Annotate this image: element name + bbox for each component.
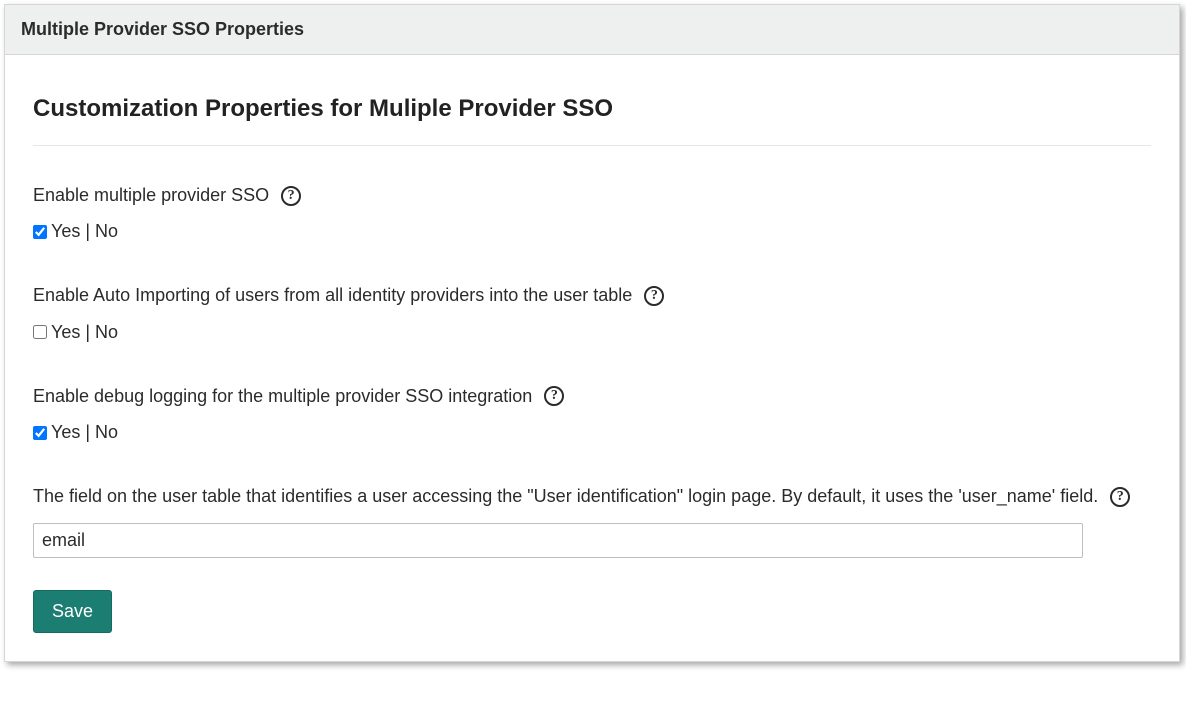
help-icon[interactable]: ?	[544, 386, 564, 406]
field-enable-sso: Enable multiple provider SSO ? Yes | No	[33, 184, 1151, 242]
section-title: Customization Properties for Muliple Pro…	[33, 95, 1151, 146]
yes-no-label: Yes | No	[51, 422, 118, 443]
user-field-label: The field on the user table that identif…	[33, 485, 1098, 508]
help-icon[interactable]: ?	[644, 286, 664, 306]
save-button[interactable]: Save	[33, 590, 112, 633]
panel-title: Multiple Provider SSO Properties	[21, 19, 1163, 40]
properties-panel: Multiple Provider SSO Properties Customi…	[4, 4, 1180, 662]
user-field-input[interactable]	[33, 523, 1083, 558]
enable-sso-checkbox[interactable]	[33, 225, 47, 239]
field-auto-import: Enable Auto Importing of users from all …	[33, 284, 1151, 342]
help-icon[interactable]: ?	[281, 186, 301, 206]
debug-logging-label: Enable debug logging for the multiple pr…	[33, 385, 532, 408]
panel-header: Multiple Provider SSO Properties	[5, 5, 1179, 55]
yes-no-label: Yes | No	[51, 221, 118, 242]
enable-sso-label: Enable multiple provider SSO	[33, 184, 269, 207]
debug-logging-checkbox[interactable]	[33, 426, 47, 440]
auto-import-checkbox[interactable]	[33, 325, 47, 339]
field-debug-logging: Enable debug logging for the multiple pr…	[33, 385, 1151, 443]
help-icon[interactable]: ?	[1110, 487, 1130, 507]
panel-body: Customization Properties for Muliple Pro…	[5, 55, 1179, 661]
yes-no-label: Yes | No	[51, 322, 118, 343]
auto-import-label: Enable Auto Importing of users from all …	[33, 284, 632, 307]
field-user-identification: The field on the user table that identif…	[33, 485, 1151, 557]
